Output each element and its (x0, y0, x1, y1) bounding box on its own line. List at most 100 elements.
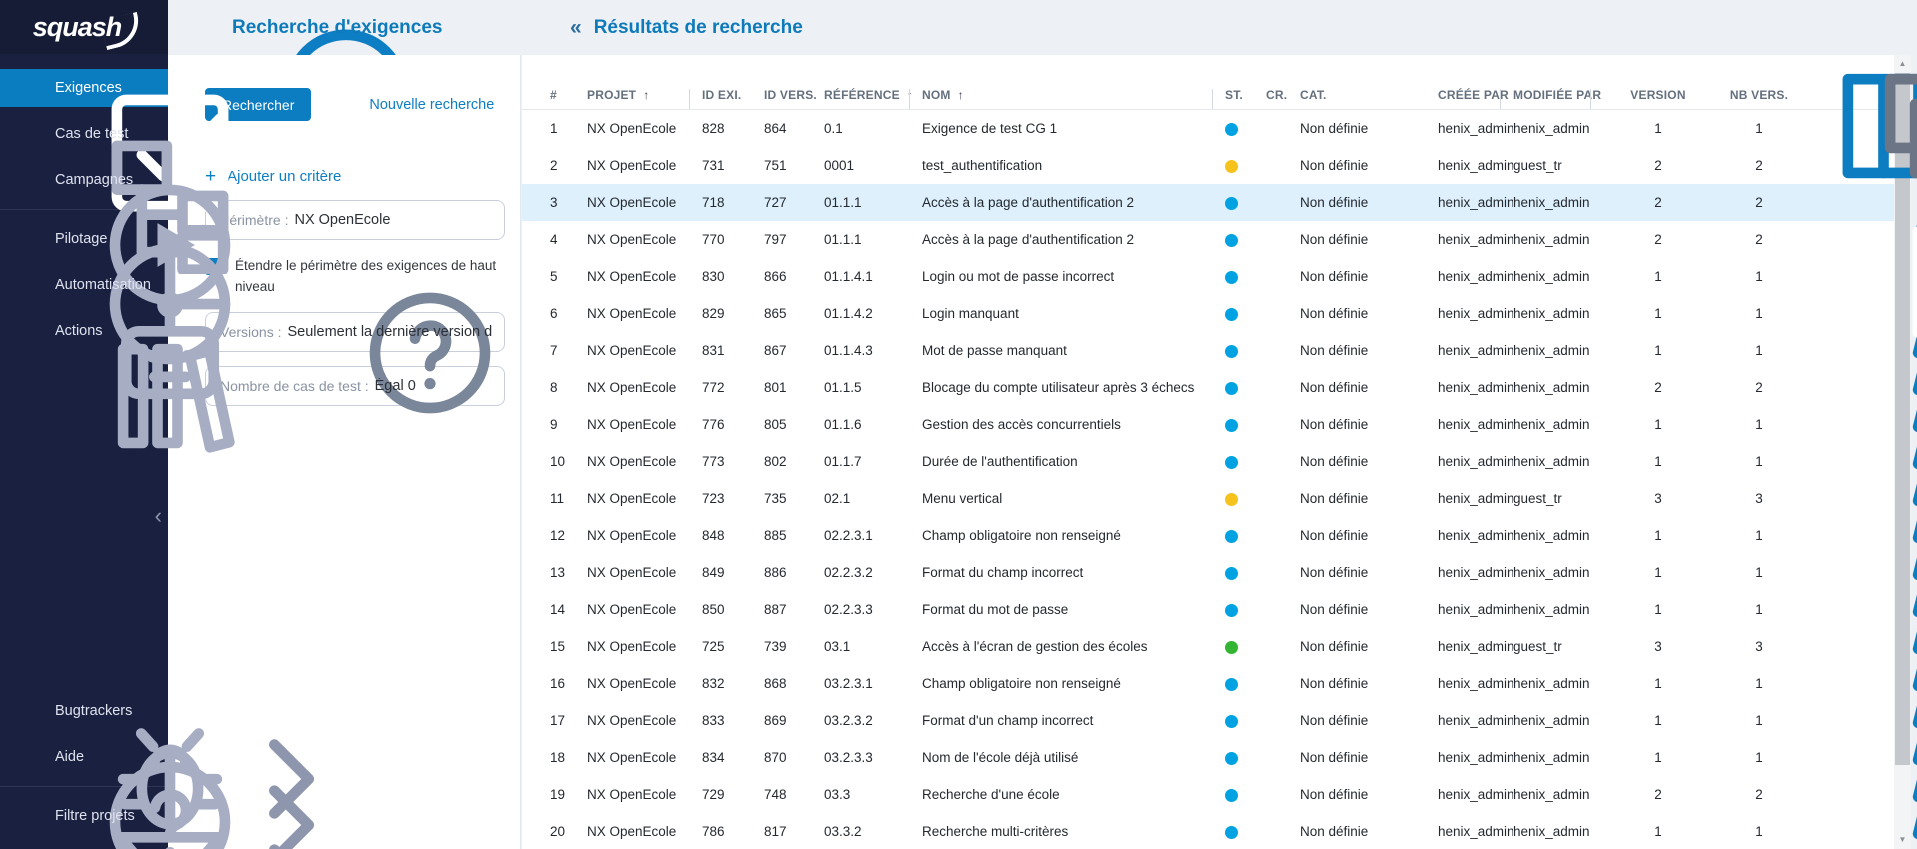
back-button[interactable] (196, 16, 219, 39)
open-folder-button[interactable] (1855, 675, 1872, 692)
cell-created-by: henix_admin (1438, 787, 1513, 802)
column-header-id-vers[interactable]: ID VERS. (764, 88, 824, 102)
open-folder-button[interactable] (1855, 231, 1872, 248)
scrollbar-down-arrow[interactable]: ▼ (1894, 831, 1911, 847)
cell-modified-by: henix_admin (1513, 232, 1590, 247)
table-row[interactable]: 19 NX OpenEcole 729 748 03.3 Recherche d… (522, 776, 1905, 813)
remove-criteria-icon[interactable] (474, 377, 492, 395)
cell-version: 1 (1654, 417, 1662, 432)
cell-project: NX OpenEcole (587, 454, 677, 469)
table-row[interactable]: 7 NX OpenEcole 831 867 01.1.4.3 Mot de p… (522, 332, 1905, 369)
cell-reference: 01.1.1 (824, 195, 862, 210)
open-folder-button[interactable] (1855, 712, 1872, 729)
column-header-cat[interactable]: CAT. (1300, 88, 1438, 102)
table-row[interactable]: 3 NX OpenEcole 718 727 01.1.1 Accès à la… (522, 184, 1905, 221)
edit-pencil-button[interactable] (1815, 305, 1832, 322)
cell-reference: 01.1.5 (824, 380, 862, 395)
app-logo[interactable]: squash (0, 0, 168, 54)
edit-pencil-button[interactable] (1815, 268, 1832, 285)
configure-columns-icon[interactable] (1751, 51, 1773, 73)
sidebar-collapse-icon[interactable]: ‹ (155, 505, 162, 527)
open-folder-button[interactable] (1855, 305, 1872, 322)
attach-to-selection-icon[interactable] (1787, 51, 1809, 73)
table-row[interactable]: 10 NX OpenEcole 773 802 01.1.7 Durée de … (522, 443, 1905, 480)
cell-row-number: 15 (550, 639, 566, 654)
milestone-flag-icon[interactable] (1823, 51, 1845, 73)
table-row[interactable]: 14 NX OpenEcole 850 887 02.2.3.3 Format … (522, 591, 1905, 628)
open-folder-button[interactable] (1855, 564, 1872, 581)
table-row[interactable]: 9 NX OpenEcole 776 805 01.1.6 Gestion de… (522, 406, 1905, 443)
cell-name: Recherche d'une école (922, 787, 1060, 802)
status-dot-yellow (1225, 158, 1266, 173)
table-row[interactable]: 6 NX OpenEcole 829 865 01.1.4.2 Login ma… (522, 295, 1905, 332)
open-folder-button[interactable] (1855, 416, 1872, 433)
edit-pencil-button[interactable] (1815, 490, 1832, 507)
table-row[interactable]: 15 NX OpenEcole 725 739 03.1 Accès à l'é… (522, 628, 1905, 665)
cell-id-exigence: 725 (702, 639, 725, 654)
edit-pencil-button[interactable] (1815, 527, 1832, 544)
table-row[interactable]: 12 NX OpenEcole 848 885 02.2.3.1 Champ o… (522, 517, 1905, 554)
cell-id-exigence: 849 (702, 565, 725, 580)
column-header-projet[interactable]: PROJET ↑ (587, 88, 702, 102)
open-folder-button[interactable] (1855, 749, 1872, 766)
column-header-cr[interactable]: CR. (1266, 88, 1300, 102)
cell-row-number: 9 (550, 417, 558, 432)
open-folder-button[interactable] (1855, 786, 1872, 803)
cell-name: Exigence de test CG 1 (922, 121, 1058, 136)
edit-pencil-button[interactable] (1815, 823, 1832, 840)
table-row[interactable]: 13 NX OpenEcole 849 886 02.2.3.2 Format … (522, 554, 1905, 591)
edit-pencil-button[interactable] (1815, 601, 1832, 618)
column-header-creee-par[interactable]: CRÉÉE PAR (1438, 88, 1513, 102)
edit-pencil-button[interactable] (1815, 416, 1832, 433)
check-square-icon (20, 78, 40, 98)
column-header-num[interactable]: # (550, 88, 587, 102)
table-row[interactable]: 11 NX OpenEcole 723 735 02.1 Menu vertic… (522, 480, 1905, 517)
edit-pencil-button[interactable] (1815, 675, 1832, 692)
edit-pencil-button[interactable] (1815, 231, 1832, 248)
table-row[interactable]: 17 NX OpenEcole 833 869 03.2.3.2 Format … (522, 702, 1905, 739)
open-folder-button[interactable] (1855, 601, 1872, 618)
edit-pencil-button[interactable] (1815, 786, 1832, 803)
table-row[interactable]: 16 NX OpenEcole 832 868 03.2.3.1 Champ o… (522, 665, 1905, 702)
table-row[interactable]: 5 NX OpenEcole 830 866 01.1.4.1 Login ou… (522, 258, 1905, 295)
table-row[interactable]: 2 NX OpenEcole 731 751 0001 test_authent… (522, 147, 1905, 184)
cell-row-number: 18 (550, 750, 566, 765)
table-row[interactable]: 8 NX OpenEcole 772 801 01.1.5 Blocage du… (522, 369, 1905, 406)
sidebar-item-bugtrackers[interactable]: Bugtrackers (0, 692, 168, 730)
open-folder-button[interactable] (1855, 268, 1872, 285)
open-folder-button[interactable] (1855, 379, 1872, 396)
cell-category: Non définie (1300, 713, 1369, 728)
edit-pencil-button[interactable] (1815, 749, 1832, 766)
cell-nb-versions: 3 (1755, 491, 1763, 506)
edit-pencil-button[interactable] (1815, 379, 1832, 396)
column-header-nom[interactable]: NOM ↑ (909, 88, 1225, 109)
column-header-id-exi[interactable]: ID EXI. (689, 88, 764, 109)
cell-row-number: 6 (550, 306, 558, 321)
open-folder-button[interactable] (1855, 527, 1872, 544)
results-panel-toggle[interactable]: « Résultats de recherche (570, 16, 803, 40)
table-row[interactable]: 18 NX OpenEcole 834 870 03.2.3.3 Nom de … (522, 739, 1905, 776)
new-search-link[interactable]: Nouvelle recherche (369, 97, 494, 113)
edit-pencil-button[interactable] (1815, 564, 1832, 581)
open-folder-button[interactable] (1855, 453, 1872, 470)
open-folder-button[interactable] (1855, 823, 1872, 840)
sidebar-item-exigences[interactable]: Exigences (0, 69, 168, 107)
open-folder-button[interactable] (1855, 490, 1872, 507)
edit-pencil-button[interactable] (1815, 638, 1832, 655)
column-header-version[interactable]: VERSION (1590, 88, 1713, 109)
edit-pencil-button[interactable] (1815, 712, 1832, 729)
cell-name: Recherche multi-critères (922, 824, 1069, 839)
column-header-st[interactable]: ST. (1212, 88, 1266, 109)
export-icon[interactable] (1859, 51, 1881, 73)
table-row[interactable]: 4 NX OpenEcole 770 797 01.1.1 Accès à la… (522, 221, 1905, 258)
edit-pencil-button[interactable] (1815, 342, 1832, 359)
edit-pencil-button[interactable] (1815, 453, 1832, 470)
table-row[interactable]: 1 NX OpenEcole 828 864 0.1 Exigence de t… (522, 110, 1905, 147)
table-row[interactable]: 20 NX OpenEcole 786 817 03.3.2 Recherche… (522, 813, 1905, 849)
open-folder-button[interactable] (1855, 638, 1872, 655)
open-folder-button[interactable] (1855, 342, 1872, 359)
app-logo-text: squash (33, 12, 136, 43)
chevron-right-icon (140, 704, 154, 718)
column-header-reference[interactable]: RÉFÉRENCE ↑ (824, 88, 922, 102)
cell-nb-versions: 1 (1755, 454, 1763, 469)
